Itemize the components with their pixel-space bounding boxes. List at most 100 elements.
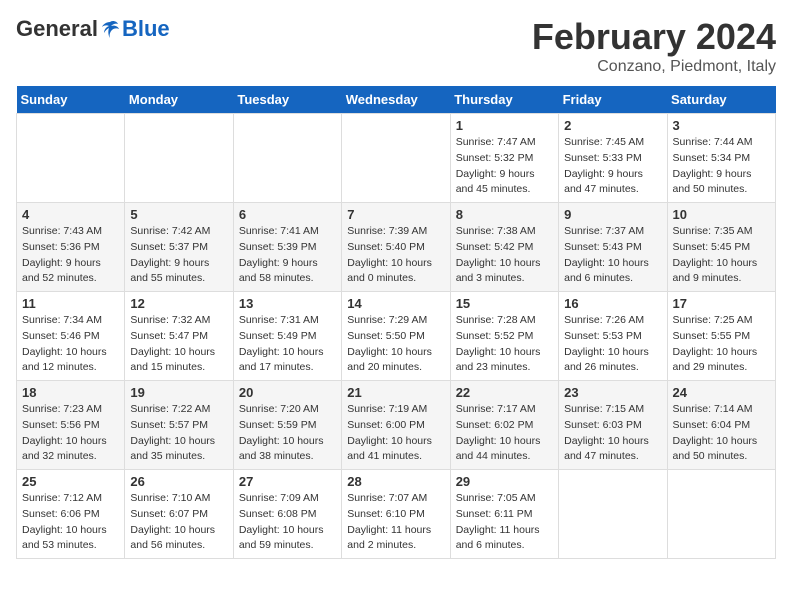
page-subtitle: Conzano, Piedmont, Italy <box>532 58 776 76</box>
calendar-day-cell: 14 Sunrise: 7:29 AMSunset: 5:50 PMDayligh… <box>342 292 450 381</box>
calendar-day-cell: 10Sunrise: 7:35 AMSunset: 5:45 PMDayligh… <box>667 203 775 292</box>
day-number: 23 <box>564 385 661 400</box>
day-info: Sunrise: 7:41 AMSunset: 5:39 PMDaylight:… <box>239 224 336 287</box>
day-number: 12 <box>130 296 227 311</box>
day-info: Sunrise: 7:37 AMSunset: 5:43 PMDaylight:… <box>564 224 661 287</box>
weekday-header-row: SundayMondayTuesdayWednesdayThursdayFrid… <box>17 86 776 114</box>
day-number: 24 <box>673 385 770 400</box>
weekday-header-cell: Tuesday <box>233 86 341 114</box>
calendar-week-row: 1 Sunrise: 7:47 AMSunset: 5:32 PMDaylight… <box>17 114 776 203</box>
day-number: 16 <box>564 296 661 311</box>
day-info: Sunrise: 7:47 AMSunset: 5:32 PMDaylight:… <box>456 135 553 198</box>
calendar-day-cell: 5 Sunrise: 7:42 AMSunset: 5:37 PMDaylight… <box>125 203 233 292</box>
day-number: 4 <box>22 207 119 222</box>
calendar-week-row: 25 Sunrise: 7:12 AMSunset: 6:06 PMDayligh… <box>17 470 776 559</box>
day-number: 26 <box>130 474 227 489</box>
day-info: Sunrise: 7:22 AMSunset: 5:57 PMDaylight:… <box>130 402 227 465</box>
calendar-day-cell: 21 Sunrise: 7:19 AMSunset: 6:00 PMDayligh… <box>342 381 450 470</box>
day-info: Sunrise: 7:09 AMSunset: 6:08 PMDaylight:… <box>239 491 336 554</box>
day-number: 18 <box>22 385 119 400</box>
calendar-day-cell: 17Sunrise: 7:25 AMSunset: 5:55 PMDayligh… <box>667 292 775 381</box>
calendar-day-cell: 11 Sunrise: 7:34 AMSunset: 5:46 PMDayligh… <box>17 292 125 381</box>
day-info: Sunrise: 7:38 AMSunset: 5:42 PMDaylight:… <box>456 224 553 287</box>
day-number: 11 <box>22 296 119 311</box>
calendar-day-cell: 16 Sunrise: 7:26 AMSunset: 5:53 PMDayligh… <box>559 292 667 381</box>
day-info: Sunrise: 7:07 AMSunset: 6:10 PMDaylight:… <box>347 491 444 554</box>
weekday-header-cell: Wednesday <box>342 86 450 114</box>
day-number: 13 <box>239 296 336 311</box>
day-number: 1 <box>456 118 553 133</box>
calendar-day-cell: 24 Sunrise: 7:14 AMSunset: 6:04 PMDayligh… <box>667 381 775 470</box>
day-info: Sunrise: 7:10 AMSunset: 6:07 PMDaylight:… <box>130 491 227 554</box>
weekday-header-cell: Sunday <box>17 86 125 114</box>
calendar-day-cell <box>667 470 775 559</box>
day-info: Sunrise: 7:39 AMSunset: 5:40 PMDaylight:… <box>347 224 444 287</box>
calendar-day-cell: 6 Sunrise: 7:41 AMSunset: 5:39 PMDaylight… <box>233 203 341 292</box>
calendar-day-cell: 25 Sunrise: 7:12 AMSunset: 6:06 PMDayligh… <box>17 470 125 559</box>
day-info: Sunrise: 7:23 AMSunset: 5:56 PMDaylight:… <box>22 402 119 465</box>
calendar-day-cell: 19 Sunrise: 7:22 AMSunset: 5:57 PMDayligh… <box>125 381 233 470</box>
day-info: Sunrise: 7:32 AMSunset: 5:47 PMDaylight:… <box>130 313 227 376</box>
day-info: Sunrise: 7:26 AMSunset: 5:53 PMDaylight:… <box>564 313 661 376</box>
calendar-day-cell: 9 Sunrise: 7:37 AMSunset: 5:43 PMDaylight… <box>559 203 667 292</box>
weekday-header-cell: Thursday <box>450 86 558 114</box>
day-number: 3 <box>673 118 770 133</box>
calendar-day-cell: 23 Sunrise: 7:15 AMSunset: 6:03 PMDayligh… <box>559 381 667 470</box>
day-info: Sunrise: 7:05 AMSunset: 6:11 PMDaylight:… <box>456 491 553 554</box>
calendar-day-cell: 4 Sunrise: 7:43 AMSunset: 5:36 PMDaylight… <box>17 203 125 292</box>
day-number: 25 <box>22 474 119 489</box>
day-info: Sunrise: 7:12 AMSunset: 6:06 PMDaylight:… <box>22 491 119 554</box>
day-info: Sunrise: 7:25 AMSunset: 5:55 PMDaylight:… <box>673 313 770 376</box>
day-number: 5 <box>130 207 227 222</box>
logo-bird-icon <box>100 19 120 39</box>
calendar-day-cell: 12 Sunrise: 7:32 AMSunset: 5:47 PMDayligh… <box>125 292 233 381</box>
calendar-day-cell <box>125 114 233 203</box>
header: General Blue February 2024 Conzano, Pied… <box>16 16 776 76</box>
day-info: Sunrise: 7:43 AMSunset: 5:36 PMDaylight:… <box>22 224 119 287</box>
calendar-week-row: 18 Sunrise: 7:23 AMSunset: 5:56 PMDayligh… <box>17 381 776 470</box>
logo: General Blue <box>16 16 170 42</box>
day-info: Sunrise: 7:34 AMSunset: 5:46 PMDaylight:… <box>22 313 119 376</box>
calendar-day-cell: 22 Sunrise: 7:17 AMSunset: 6:02 PMDayligh… <box>450 381 558 470</box>
calendar-day-cell: 8 Sunrise: 7:38 AMSunset: 5:42 PMDaylight… <box>450 203 558 292</box>
calendar-day-cell <box>17 114 125 203</box>
calendar-day-cell: 20 Sunrise: 7:20 AMSunset: 5:59 PMDayligh… <box>233 381 341 470</box>
day-number: 19 <box>130 385 227 400</box>
day-number: 28 <box>347 474 444 489</box>
logo-general-text: General <box>16 16 98 42</box>
calendar-day-cell: 28 Sunrise: 7:07 AMSunset: 6:10 PMDayligh… <box>342 470 450 559</box>
calendar-day-cell: 26 Sunrise: 7:10 AMSunset: 6:07 PMDayligh… <box>125 470 233 559</box>
weekday-header-cell: Friday <box>559 86 667 114</box>
calendar-week-row: 4 Sunrise: 7:43 AMSunset: 5:36 PMDaylight… <box>17 203 776 292</box>
calendar-day-cell <box>559 470 667 559</box>
calendar-day-cell: 7 Sunrise: 7:39 AMSunset: 5:40 PMDaylight… <box>342 203 450 292</box>
day-number: 2 <box>564 118 661 133</box>
day-number: 10 <box>673 207 770 222</box>
day-number: 7 <box>347 207 444 222</box>
calendar-day-cell: 13Sunrise: 7:31 AMSunset: 5:49 PMDayligh… <box>233 292 341 381</box>
day-info: Sunrise: 7:17 AMSunset: 6:02 PMDaylight:… <box>456 402 553 465</box>
day-number: 14 <box>347 296 444 311</box>
day-info: Sunrise: 7:15 AMSunset: 6:03 PMDaylight:… <box>564 402 661 465</box>
day-number: 27 <box>239 474 336 489</box>
calendar-day-cell: 18 Sunrise: 7:23 AMSunset: 5:56 PMDayligh… <box>17 381 125 470</box>
day-number: 22 <box>456 385 553 400</box>
day-number: 8 <box>456 207 553 222</box>
calendar-day-cell: 1 Sunrise: 7:47 AMSunset: 5:32 PMDaylight… <box>450 114 558 203</box>
page-title: February 2024 <box>532 16 776 58</box>
day-number: 6 <box>239 207 336 222</box>
day-info: Sunrise: 7:14 AMSunset: 6:04 PMDaylight:… <box>673 402 770 465</box>
calendar-week-row: 11 Sunrise: 7:34 AMSunset: 5:46 PMDayligh… <box>17 292 776 381</box>
day-info: Sunrise: 7:45 AMSunset: 5:33 PMDaylight:… <box>564 135 661 198</box>
weekday-header-cell: Saturday <box>667 86 775 114</box>
calendar-day-cell: 15Sunrise: 7:28 AMSunset: 5:52 PMDayligh… <box>450 292 558 381</box>
day-number: 9 <box>564 207 661 222</box>
day-number: 21 <box>347 385 444 400</box>
day-number: 15 <box>456 296 553 311</box>
day-info: Sunrise: 7:29 AMSunset: 5:50 PMDaylight:… <box>347 313 444 376</box>
day-info: Sunrise: 7:19 AMSunset: 6:00 PMDaylight:… <box>347 402 444 465</box>
day-info: Sunrise: 7:20 AMSunset: 5:59 PMDaylight:… <box>239 402 336 465</box>
day-info: Sunrise: 7:42 AMSunset: 5:37 PMDaylight:… <box>130 224 227 287</box>
calendar-day-cell <box>342 114 450 203</box>
day-number: 20 <box>239 385 336 400</box>
